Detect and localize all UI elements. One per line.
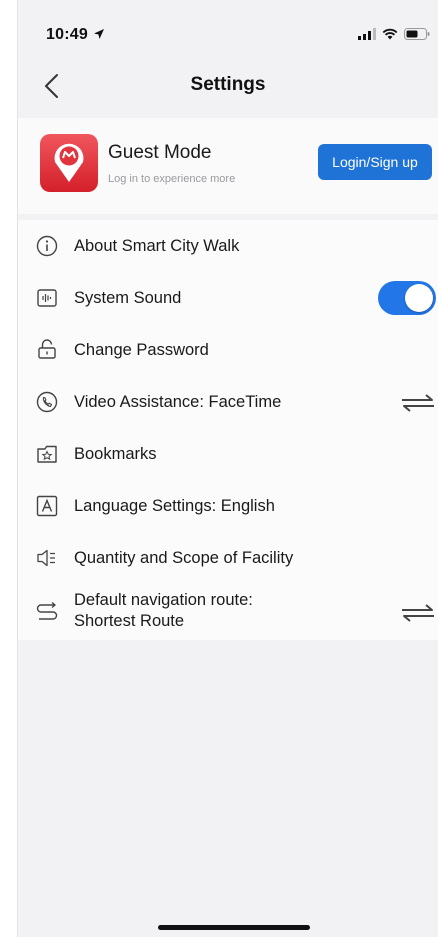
swap-arrows-icon[interactable]	[400, 392, 436, 414]
settings-label-about: About Smart City Walk	[74, 237, 240, 255]
login-signup-button[interactable]: Login/Sign up	[318, 144, 432, 180]
settings-label-route-line2: Shortest Route	[74, 612, 185, 630]
settings-row-bookmarks[interactable]: Bookmarks	[18, 428, 438, 480]
settings-row-video-assistance[interactable]: Video Assistance: FaceTime	[18, 376, 438, 428]
map-pin-logo-icon	[54, 143, 84, 182]
sound-wave-icon	[37, 289, 57, 307]
home-indicator[interactable]	[158, 925, 310, 930]
settings-row-system-sound: System Sound	[18, 272, 438, 324]
bookmark-star-icon	[37, 445, 57, 463]
settings-label-language: Language Settings: English	[74, 497, 275, 515]
battery-icon	[404, 28, 430, 40]
phone-screen: 10:49 Settings Guest Mode Log in to expe…	[18, 0, 438, 937]
settings-row-navigation-route[interactable]: Default navigation route: Shortest Route	[18, 584, 438, 640]
cellular-signal-icon	[358, 28, 376, 40]
guest-profile-card: Guest Mode Log in to experience more Log…	[18, 118, 438, 214]
system-sound-toggle[interactable]	[378, 281, 436, 315]
page-title: Settings	[190, 74, 266, 95]
status-bar: 10:49	[18, 0, 438, 60]
phone-call-icon	[36, 391, 58, 413]
settings-label-facility: Quantity and Scope of Facility	[74, 549, 294, 567]
settings-row-language[interactable]: Language Settings: English	[18, 480, 438, 532]
guest-mode-title: Guest Mode	[108, 142, 212, 163]
settings-row-facility[interactable]: Quantity and Scope of Facility	[18, 532, 438, 584]
status-icons	[358, 28, 430, 40]
wifi-icon	[382, 28, 398, 40]
location-arrow-icon	[93, 29, 104, 39]
status-time: 10:49	[46, 26, 105, 44]
swap-arrows-icon[interactable]	[400, 602, 436, 624]
settings-label-bookmarks: Bookmarks	[74, 445, 157, 463]
route-icon	[36, 602, 58, 620]
navigation-bar: Settings	[18, 60, 438, 112]
info-circle-icon	[36, 235, 58, 257]
settings-row-change-password[interactable]: Change Password	[18, 324, 438, 376]
language-icon	[36, 495, 58, 517]
app-logo	[40, 134, 98, 192]
status-time-text: 10:49	[46, 26, 88, 43]
settings-label-route-line1: Default navigation route:	[74, 591, 253, 609]
lock-icon	[38, 339, 56, 359]
speaker-icon	[37, 549, 55, 567]
settings-label-video-assistance: Video Assistance: FaceTime	[74, 393, 282, 411]
guest-mode-subtitle: Log in to experience more	[108, 173, 236, 185]
toggle-knob	[405, 284, 433, 312]
settings-label-change-password: Change Password	[74, 341, 209, 359]
settings-row-about[interactable]: About Smart City Walk	[18, 220, 438, 272]
settings-list: About Smart City Walk System Sound Chang…	[18, 220, 438, 640]
settings-label-system-sound: System Sound	[74, 289, 182, 307]
